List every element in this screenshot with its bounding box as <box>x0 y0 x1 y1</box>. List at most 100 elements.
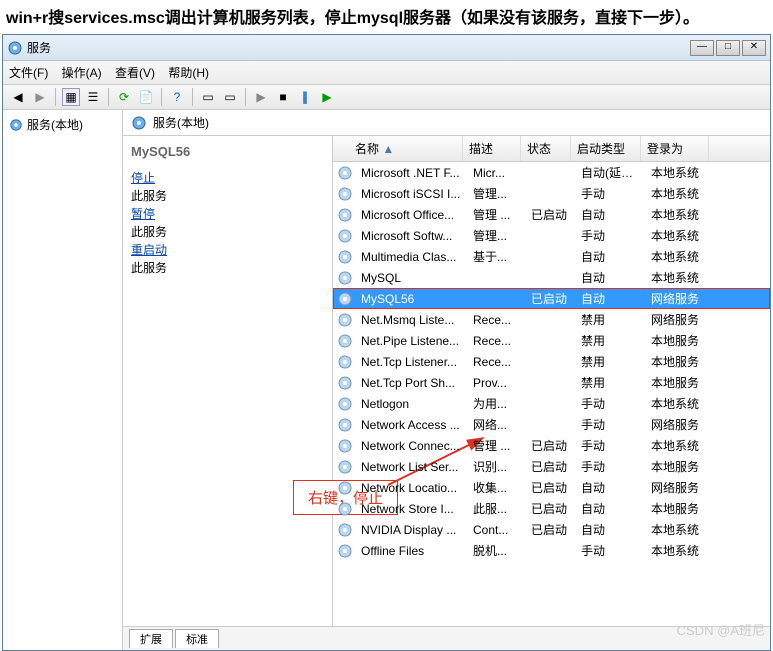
window-title: 服务 <box>27 39 690 56</box>
svc-status <box>525 339 575 343</box>
svc-logon: 网络服务 <box>645 414 713 435</box>
svc-desc: 此服... <box>467 498 525 519</box>
service-row[interactable]: Network Locatio...收集...已启动自动网络服务 <box>333 477 770 498</box>
svc-name: Microsoft .NET F... <box>355 164 467 182</box>
service-row[interactable]: Net.Msmq Liste...Rece...禁用网络服务 <box>333 309 770 330</box>
start-service-button[interactable]: ▶ <box>252 88 270 106</box>
col-status[interactable]: 状态 <box>521 136 571 161</box>
pause-link[interactable]: 暂停 <box>131 205 324 222</box>
svc-logon: 本地系统 <box>645 267 713 288</box>
service-row[interactable]: Network Store I...此服...已启动自动本地服务 <box>333 498 770 519</box>
tab-standard[interactable]: 标准 <box>175 629 219 648</box>
details-view-button[interactable]: ▦ <box>62 88 80 106</box>
svc-logon: 本地系统 <box>645 519 713 540</box>
services-window: 服务 — □ ✕ 文件(F) 操作(A) 查看(V) 帮助(H) ◀ ▶ ▦ ☰… <box>2 34 771 651</box>
svc-startup: 自动 <box>575 288 645 309</box>
svc-startup: 手动 <box>575 456 645 477</box>
maximize-button[interactable]: □ <box>716 40 740 56</box>
service-row[interactable]: Net.Pipe Listene...Rece...禁用本地服务 <box>333 330 770 351</box>
svc-status <box>525 549 575 553</box>
svc-name: Net.Tcp Port Sh... <box>355 374 467 392</box>
back-button[interactable]: ◀ <box>9 88 27 106</box>
export-button[interactable]: 📄 <box>137 88 155 106</box>
service-row[interactable]: NVIDIA Display ...Cont...已启动自动本地系统 <box>333 519 770 540</box>
svc-startup: 自动(延迟... <box>575 162 645 183</box>
svc-desc: 收集... <box>467 477 525 498</box>
svc-startup: 手动 <box>575 414 645 435</box>
services-app-icon <box>7 40 23 56</box>
svc-logon: 本地系统 <box>645 246 713 267</box>
stop-link[interactable]: 停止 <box>131 169 324 186</box>
svc-startup: 禁用 <box>575 309 645 330</box>
service-row[interactable]: Microsoft .NET F...Micr...自动(延迟...本地系统 <box>333 162 770 183</box>
properties2-button[interactable]: ▭ <box>221 88 239 106</box>
service-row[interactable]: MySQL自动本地系统 <box>333 267 770 288</box>
col-desc[interactable]: 描述 <box>463 136 521 161</box>
stop-service-button[interactable]: ■ <box>274 88 292 106</box>
svc-logon: 本地系统 <box>645 393 713 414</box>
service-row[interactable]: Net.Tcp Port Sh...Prov...禁用本地服务 <box>333 372 770 393</box>
properties-button[interactable]: ▭ <box>199 88 217 106</box>
col-logon[interactable]: 登录为 <box>641 136 709 161</box>
separator-icon <box>161 88 162 106</box>
svc-desc: Rece... <box>467 332 525 350</box>
help-button[interactable]: ? <box>168 88 186 106</box>
svc-logon: 本地服务 <box>645 456 713 477</box>
col-startup[interactable]: 启动类型 <box>571 136 641 161</box>
refresh-button[interactable]: ⟳ <box>115 88 133 106</box>
titlebar[interactable]: 服务 — □ ✕ <box>3 35 770 61</box>
restart-suffix: 此服务 <box>131 261 167 275</box>
svc-desc: 基于... <box>467 246 525 267</box>
close-button[interactable]: ✕ <box>742 40 766 56</box>
svc-status: 已启动 <box>525 519 575 540</box>
separator-icon <box>192 88 193 106</box>
forward-button[interactable]: ▶ <box>31 88 49 106</box>
svc-status: 已启动 <box>525 288 575 309</box>
menu-help[interactable]: 帮助(H) <box>168 66 209 80</box>
service-row[interactable]: MySQL56已启动自动网络服务 <box>333 288 770 309</box>
service-row[interactable]: Netlogon为用...手动本地系统 <box>333 393 770 414</box>
separator-icon <box>55 88 56 106</box>
pause-service-button[interactable]: ∥ <box>296 88 314 106</box>
svc-logon: 网络服务 <box>645 309 713 330</box>
menu-file[interactable]: 文件(F) <box>9 66 48 80</box>
list-view-button[interactable]: ☰ <box>84 88 102 106</box>
tab-extended[interactable]: 扩展 <box>129 629 173 648</box>
list-header: 名称 ▲ 描述 状态 启动类型 登录为 <box>333 136 770 162</box>
svc-status: 已启动 <box>525 477 575 498</box>
svc-logon: 本地服务 <box>645 330 713 351</box>
service-row[interactable]: Multimedia Clas...基于...自动本地系统 <box>333 246 770 267</box>
svc-desc: 识别... <box>467 456 525 477</box>
svc-name: Net.Tcp Listener... <box>355 353 467 371</box>
service-row[interactable]: Microsoft Softw...管理...手动本地系统 <box>333 225 770 246</box>
svc-desc: Rece... <box>467 353 525 371</box>
service-row[interactable]: Net.Tcp Listener...Rece...禁用本地服务 <box>333 351 770 372</box>
service-row[interactable]: Microsoft iSCSI I...管理...手动本地系统 <box>333 183 770 204</box>
service-row[interactable]: Network Connec...管理 ...已启动手动本地系统 <box>333 435 770 456</box>
svc-startup: 禁用 <box>575 330 645 351</box>
svc-status <box>525 192 575 196</box>
menu-view[interactable]: 查看(V) <box>115 66 155 80</box>
menubar: 文件(F) 操作(A) 查看(V) 帮助(H) <box>3 61 770 85</box>
svc-startup: 自动 <box>575 498 645 519</box>
svc-name: Network Store I... <box>355 500 467 518</box>
svc-logon: 本地系统 <box>645 162 713 183</box>
service-row[interactable]: Microsoft Office...管理 ...已启动自动本地系统 <box>333 204 770 225</box>
service-row[interactable]: Network List Ser...识别...已启动手动本地服务 <box>333 456 770 477</box>
svc-desc: 管理... <box>467 183 525 204</box>
separator-icon <box>108 88 109 106</box>
restart-link[interactable]: 重启动 <box>131 241 324 258</box>
svc-desc <box>467 276 525 280</box>
col-name[interactable]: 名称 ▲ <box>333 136 463 161</box>
restart-service-button[interactable]: ▶ <box>318 88 336 106</box>
gear-icon <box>9 118 23 132</box>
service-row[interactable]: Network Access ...网络...手动网络服务 <box>333 414 770 435</box>
service-list: 名称 ▲ 描述 状态 启动类型 登录为 Microsoft .NET F...M… <box>333 136 770 626</box>
svc-logon: 本地系统 <box>645 204 713 225</box>
menu-action[interactable]: 操作(A) <box>62 66 102 80</box>
tree-root-services[interactable]: 服务(本地) <box>7 114 118 135</box>
svc-desc: 管理... <box>467 225 525 246</box>
service-row[interactable]: Offline Files脱机...手动本地系统 <box>333 540 770 561</box>
svc-desc: Cont... <box>467 521 525 539</box>
minimize-button[interactable]: — <box>690 40 714 56</box>
